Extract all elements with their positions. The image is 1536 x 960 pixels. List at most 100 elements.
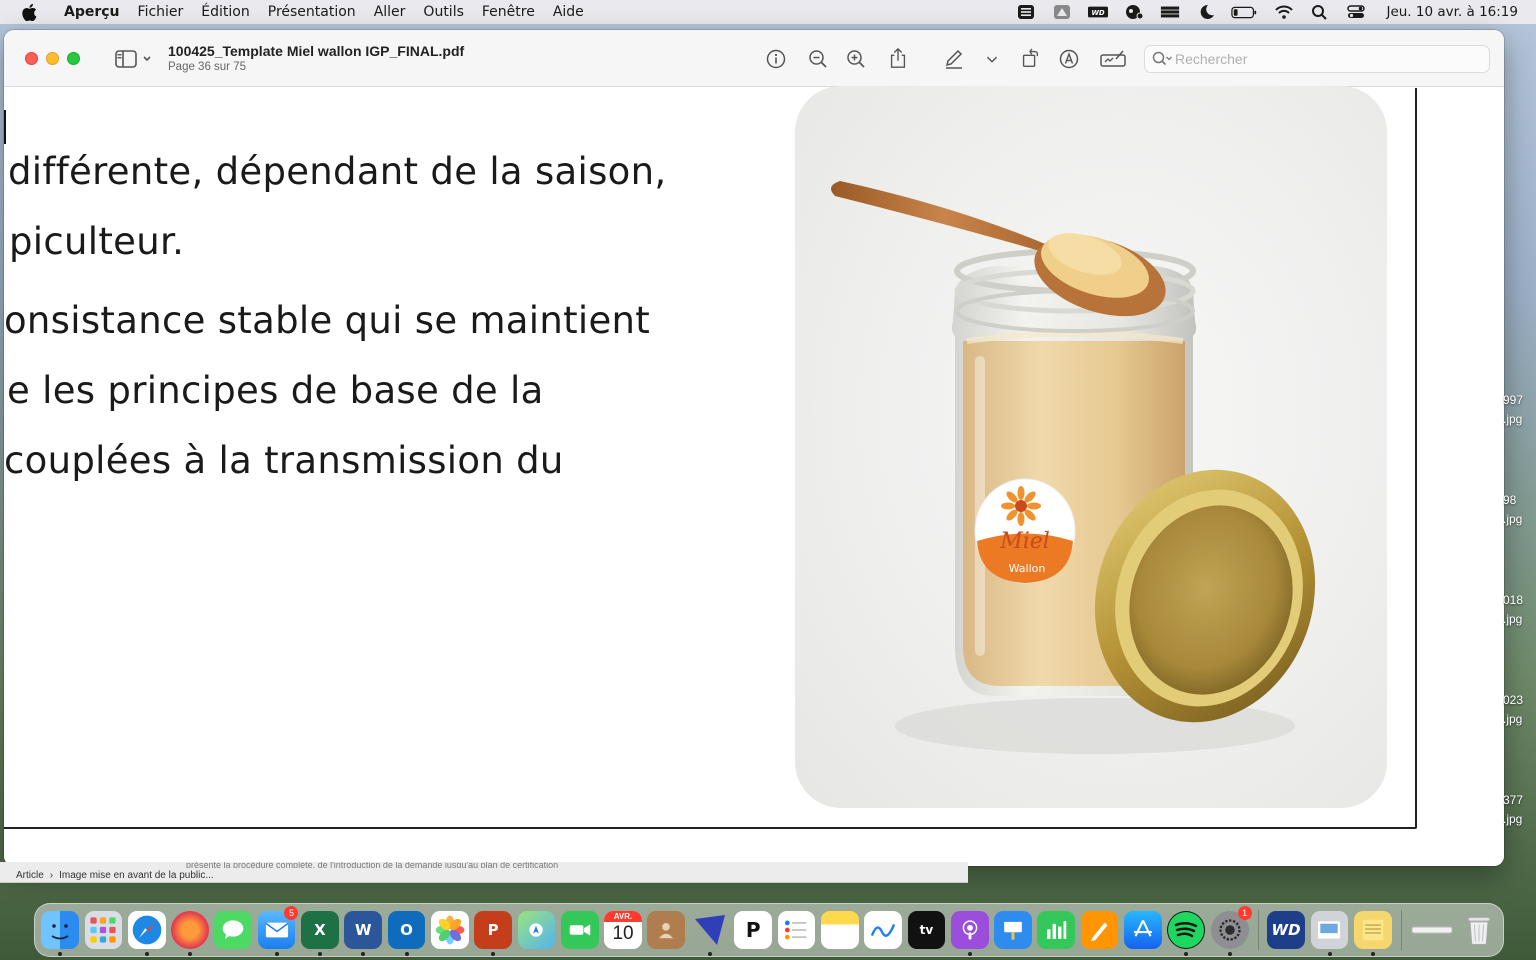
desktop-file[interactable]: 023 .jpg	[1503, 691, 1536, 729]
menu-presentation[interactable]: Présentation	[259, 4, 365, 20]
search-input[interactable]	[1175, 51, 1475, 67]
minimized-window-icon[interactable]	[1410, 911, 1454, 949]
document-text-line: onsistance stable qui se maintient	[4, 299, 651, 342]
markup-pen-icon[interactable]	[942, 47, 966, 71]
linear-app-icon[interactable]	[691, 911, 729, 956]
spotlight-search-icon[interactable]	[1308, 3, 1332, 21]
settings-badge: 1	[1237, 906, 1252, 920]
menu-edition[interactable]: Édition	[192, 4, 258, 20]
wd-drive-icon[interactable]: WD	[1086, 3, 1110, 21]
calendar-month: AVR.	[604, 911, 642, 922]
framer-p-icon[interactable]: P	[734, 911, 773, 949]
word-icon[interactable]: W	[344, 911, 383, 956]
launchpad-icon[interactable]	[84, 911, 123, 949]
reminders-icon[interactable]	[777, 911, 816, 949]
outlook-icon[interactable]: O	[387, 911, 426, 956]
desktop-file-name: 023	[1503, 693, 1524, 707]
wd-discovery-icon[interactable]: WD	[1267, 911, 1305, 949]
document-text-line: e les principes de base de la	[7, 369, 544, 412]
numbers-icon[interactable]	[1037, 911, 1076, 949]
chevron-down-icon[interactable]	[982, 49, 1002, 69]
desktop-file-ext: .jpg	[1503, 812, 1523, 826]
pages-icon[interactable]	[1080, 911, 1119, 949]
backup-drive-icon[interactable]	[1050, 3, 1074, 21]
trash-icon[interactable]	[1460, 911, 1498, 949]
spy-helper-icon[interactable]	[1122, 3, 1146, 21]
photos-icon[interactable]	[430, 911, 469, 949]
document-view[interactable]: différente, dépendant de la saison, picu…	[4, 86, 1504, 866]
keynote-icon[interactable]	[994, 911, 1032, 949]
desktop-file[interactable]: 377 .jpg	[1503, 791, 1536, 829]
excel-icon[interactable]: X	[301, 911, 339, 956]
podcasts-icon[interactable]	[950, 911, 989, 956]
sidebar-toggle-button[interactable]	[110, 47, 154, 71]
breadcrumb-item[interactable]: Image mise en avant de la public...	[59, 870, 214, 881]
powerpoint-icon[interactable]: P	[474, 911, 512, 956]
menu-outils[interactable]: Outils	[414, 4, 472, 20]
document-title: 100425_Template Miel wallon IGP_FINAL.pd…	[168, 43, 465, 59]
maps-icon[interactable]	[517, 911, 556, 949]
stickies-icon[interactable]	[1353, 911, 1392, 956]
background-window[interactable]: présente la procédure complète, de l'int…	[0, 862, 968, 883]
minimize-window-button[interactable]	[46, 52, 59, 65]
menu-clock[interactable]: Jeu. 10 avr. à 16:19	[1386, 4, 1518, 20]
desktop-file-name: 018	[1503, 593, 1524, 607]
facetime-icon[interactable]	[560, 911, 599, 949]
firefox-icon[interactable]	[171, 911, 209, 956]
notes-icon[interactable]	[820, 911, 859, 949]
finder-icon[interactable]	[41, 911, 79, 956]
desktop-file-ext: .jpg	[1503, 712, 1523, 726]
app-store-icon[interactable]	[1124, 911, 1162, 949]
desktop-file-ext: .jpg	[1503, 412, 1523, 426]
apple-menu-icon[interactable]	[18, 1, 40, 23]
freeform-icon[interactable]	[864, 911, 902, 949]
battery-icon[interactable]	[1230, 3, 1260, 21]
desktop-file[interactable]: 98 .jpg	[1503, 491, 1536, 529]
zoom-in-icon[interactable]	[844, 47, 868, 71]
window-toolbar: 100425_Template Miel wallon IGP_FINAL.pd…	[4, 30, 1504, 87]
do-not-disturb-moon-icon[interactable]	[1194, 3, 1218, 21]
calendar-icon[interactable]: AVR. 10	[604, 911, 642, 949]
rotate-icon[interactable]	[1018, 45, 1042, 71]
desktop-file-name: 377	[1503, 793, 1524, 807]
messages-icon[interactable]	[214, 911, 253, 949]
document-text-line: piculteur.	[9, 220, 185, 263]
document-text-line: différente, dépendant de la saison,	[8, 150, 667, 193]
menu-fenetre[interactable]: Fenêtre	[473, 4, 544, 20]
page-border-bottom	[4, 827, 1417, 829]
wifi-icon[interactable]	[1272, 3, 1296, 21]
spotify-icon[interactable]	[1167, 911, 1206, 956]
apple-tv-icon[interactable]: tv	[907, 911, 946, 949]
desktop-file[interactable]: 018 .jpg	[1503, 591, 1536, 629]
preview-app-icon[interactable]	[1310, 911, 1349, 956]
info-icon[interactable]	[764, 47, 788, 71]
background-window-text: présente la procédure complète, de l'int…	[186, 862, 559, 868]
zoom-out-icon[interactable]	[806, 47, 830, 71]
mail-icon[interactable]: 5	[257, 906, 299, 956]
breadcrumb: Article › Image mise en avant de la publ…	[16, 870, 214, 881]
mail-badge: 5	[284, 906, 299, 920]
desktop-file[interactable]: 997 .jpg	[1503, 391, 1536, 429]
search-field[interactable]	[1144, 45, 1490, 73]
desktop-file-ext: .jpg	[1503, 612, 1523, 626]
notes-menu-icon[interactable]	[1014, 3, 1038, 21]
breadcrumb-item[interactable]: Article	[16, 870, 44, 881]
system-settings-icon[interactable]: 1	[1210, 906, 1252, 956]
control-center-icon[interactable]	[1344, 3, 1368, 21]
fullscreen-window-button[interactable]	[67, 52, 80, 65]
chevron-right-icon: ›	[49, 870, 54, 881]
menu-aller[interactable]: Aller	[365, 4, 415, 20]
annotate-icon[interactable]	[1057, 47, 1081, 71]
menu-fichier[interactable]: Fichier	[129, 4, 193, 20]
menu-app-name[interactable]: Aperçu	[56, 4, 129, 20]
svg-text:WD: WD	[1092, 9, 1106, 17]
stack-icon[interactable]	[1158, 3, 1182, 21]
contacts-icon[interactable]	[647, 911, 686, 949]
page-edge-mark	[4, 110, 6, 144]
label-brand-text: Miel	[999, 529, 1050, 554]
menu-aide[interactable]: Aide	[544, 4, 593, 20]
safari-icon[interactable]	[127, 911, 166, 956]
close-window-button[interactable]	[25, 52, 38, 65]
share-icon[interactable]	[886, 45, 910, 71]
form-fill-icon[interactable]	[1098, 47, 1128, 71]
